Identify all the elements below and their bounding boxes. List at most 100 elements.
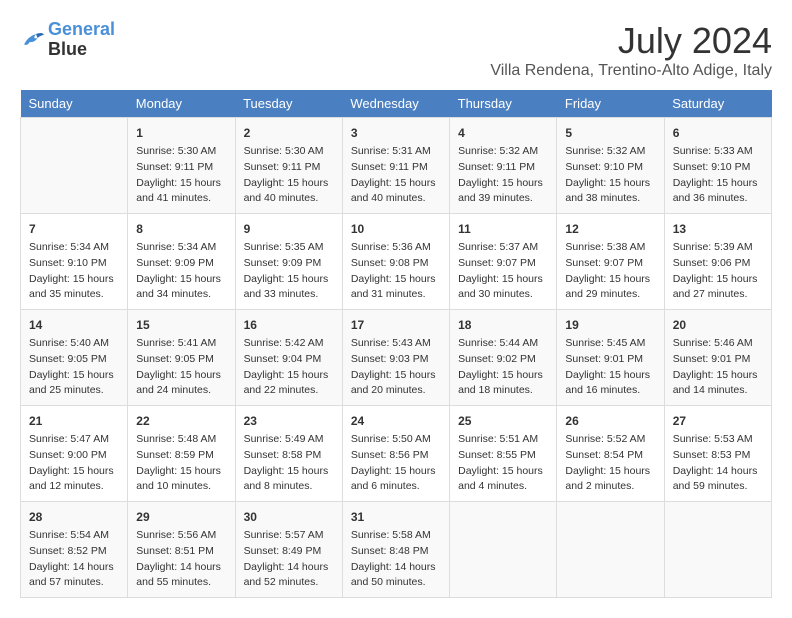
day-number: 23 bbox=[244, 412, 334, 430]
cell-info: Sunrise: 5:33 AM Sunset: 9:10 PM Dayligh… bbox=[673, 144, 763, 207]
header-wednesday: Wednesday bbox=[342, 90, 449, 118]
calendar-cell: 23 Sunrise: 5:49 AM Sunset: 8:58 PM Dayli… bbox=[235, 406, 342, 502]
day-number: 11 bbox=[458, 220, 548, 238]
day-number: 2 bbox=[244, 124, 334, 142]
cell-info: Sunrise: 5:42 AM Sunset: 9:04 PM Dayligh… bbox=[244, 336, 334, 399]
calendar-cell: 1Sunrise: 5:30 AM Sunset: 9:11 PM Daylig… bbox=[128, 118, 235, 214]
day-number: 8 bbox=[136, 220, 226, 238]
calendar-cell: 3 Sunrise: 5:31 AM Sunset: 9:11 PM Daylig… bbox=[342, 118, 449, 214]
calendar-cell: 20Sunrise: 5:46 AM Sunset: 9:01 PM Dayli… bbox=[664, 310, 771, 406]
page-title: July 2024 bbox=[490, 20, 772, 62]
cell-info: Sunrise: 5:49 AM Sunset: 8:58 PM Dayligh… bbox=[244, 432, 334, 495]
cell-info: Sunrise: 5:53 AM Sunset: 8:53 PM Dayligh… bbox=[673, 432, 763, 495]
cell-info: Sunrise: 5:31 AM Sunset: 9:11 PM Dayligh… bbox=[351, 144, 441, 207]
cell-info: Sunrise: 5:34 AM Sunset: 9:09 PM Dayligh… bbox=[136, 240, 226, 303]
header-sunday: Sunday bbox=[21, 90, 128, 118]
calendar-cell: 19 Sunrise: 5:45 AM Sunset: 9:01 PM Dayli… bbox=[557, 310, 664, 406]
day-number: 5 bbox=[565, 124, 655, 142]
cell-info: Sunrise: 5:47 AM Sunset: 9:00 PM Dayligh… bbox=[29, 432, 119, 495]
calendar-cell bbox=[557, 502, 664, 598]
page-header: GeneralBlue July 2024 Villa Rendena, Tre… bbox=[20, 20, 772, 80]
day-number: 13 bbox=[673, 220, 763, 238]
day-number: 31 bbox=[351, 508, 441, 526]
cell-info: Sunrise: 5:32 AM Sunset: 9:11 PM Dayligh… bbox=[458, 144, 548, 207]
calendar-header-row: SundayMondayTuesdayWednesdayThursdayFrid… bbox=[21, 90, 772, 118]
cell-info: Sunrise: 5:44 AM Sunset: 9:02 PM Dayligh… bbox=[458, 336, 548, 399]
day-number: 18 bbox=[458, 316, 548, 334]
cell-info: Sunrise: 5:46 AM Sunset: 9:01 PM Dayligh… bbox=[673, 336, 763, 399]
calendar-week-5: 28Sunrise: 5:54 AM Sunset: 8:52 PM Dayli… bbox=[21, 502, 772, 598]
header-monday: Monday bbox=[128, 90, 235, 118]
cell-info: Sunrise: 5:41 AM Sunset: 9:05 PM Dayligh… bbox=[136, 336, 226, 399]
day-number: 24 bbox=[351, 412, 441, 430]
calendar-week-3: 14 Sunrise: 5:40 AM Sunset: 9:05 PM Dayli… bbox=[21, 310, 772, 406]
calendar-cell: 26 Sunrise: 5:52 AM Sunset: 8:54 PM Dayli… bbox=[557, 406, 664, 502]
cell-info: Sunrise: 5:36 AM Sunset: 9:08 PM Dayligh… bbox=[351, 240, 441, 303]
cell-info: Sunrise: 5:58 AM Sunset: 8:48 PM Dayligh… bbox=[351, 528, 441, 591]
day-number: 10 bbox=[351, 220, 441, 238]
day-number: 6 bbox=[673, 124, 763, 142]
calendar-cell: 5 Sunrise: 5:32 AM Sunset: 9:10 PM Daylig… bbox=[557, 118, 664, 214]
day-number: 28 bbox=[29, 508, 119, 526]
calendar-cell: 18 Sunrise: 5:44 AM Sunset: 9:02 PM Dayli… bbox=[450, 310, 557, 406]
calendar-cell: 6 Sunrise: 5:33 AM Sunset: 9:10 PM Daylig… bbox=[664, 118, 771, 214]
day-number: 12 bbox=[565, 220, 655, 238]
calendar-cell: 22 Sunrise: 5:48 AM Sunset: 8:59 PM Dayli… bbox=[128, 406, 235, 502]
cell-info: Sunrise: 5:39 AM Sunset: 9:06 PM Dayligh… bbox=[673, 240, 763, 303]
calendar-cell bbox=[21, 118, 128, 214]
cell-info: Sunrise: 5:37 AM Sunset: 9:07 PM Dayligh… bbox=[458, 240, 548, 303]
calendar-cell: 2 Sunrise: 5:30 AM Sunset: 9:11 PM Daylig… bbox=[235, 118, 342, 214]
cell-info: Sunrise: 5:57 AM Sunset: 8:49 PM Dayligh… bbox=[244, 528, 334, 591]
calendar-cell: 10 Sunrise: 5:36 AM Sunset: 9:08 PM Dayli… bbox=[342, 214, 449, 310]
header-friday: Friday bbox=[557, 90, 664, 118]
day-number: 15 bbox=[136, 316, 226, 334]
day-number: 19 bbox=[565, 316, 655, 334]
cell-info: Sunrise: 5:43 AM Sunset: 9:03 PM Dayligh… bbox=[351, 336, 441, 399]
cell-info: Sunrise: 5:30 AM Sunset: 9:11 PM Dayligh… bbox=[244, 144, 334, 207]
day-number: 17 bbox=[351, 316, 441, 334]
calendar-cell: 29Sunrise: 5:56 AM Sunset: 8:51 PM Dayli… bbox=[128, 502, 235, 598]
cell-info: Sunrise: 5:35 AM Sunset: 9:09 PM Dayligh… bbox=[244, 240, 334, 303]
cell-info: Sunrise: 5:32 AM Sunset: 9:10 PM Dayligh… bbox=[565, 144, 655, 207]
cell-info: Sunrise: 5:52 AM Sunset: 8:54 PM Dayligh… bbox=[565, 432, 655, 495]
cell-info: Sunrise: 5:38 AM Sunset: 9:07 PM Dayligh… bbox=[565, 240, 655, 303]
calendar-cell: 12 Sunrise: 5:38 AM Sunset: 9:07 PM Dayli… bbox=[557, 214, 664, 310]
day-number: 22 bbox=[136, 412, 226, 430]
logo-icon bbox=[20, 30, 44, 50]
calendar-cell: 31 Sunrise: 5:58 AM Sunset: 8:48 PM Dayli… bbox=[342, 502, 449, 598]
day-number: 4 bbox=[458, 124, 548, 142]
cell-info: Sunrise: 5:45 AM Sunset: 9:01 PM Dayligh… bbox=[565, 336, 655, 399]
day-number: 3 bbox=[351, 124, 441, 142]
calendar-cell: 15 Sunrise: 5:41 AM Sunset: 9:05 PM Dayli… bbox=[128, 310, 235, 406]
calendar-cell: 21Sunrise: 5:47 AM Sunset: 9:00 PM Dayli… bbox=[21, 406, 128, 502]
calendar-cell: 4 Sunrise: 5:32 AM Sunset: 9:11 PM Daylig… bbox=[450, 118, 557, 214]
header-saturday: Saturday bbox=[664, 90, 771, 118]
calendar-cell: 11 Sunrise: 5:37 AM Sunset: 9:07 PM Dayli… bbox=[450, 214, 557, 310]
calendar-cell bbox=[450, 502, 557, 598]
day-number: 14 bbox=[29, 316, 119, 334]
header-tuesday: Tuesday bbox=[235, 90, 342, 118]
title-block: July 2024 Villa Rendena, Trentino-Alto A… bbox=[490, 20, 772, 80]
calendar-week-1: 1Sunrise: 5:30 AM Sunset: 9:11 PM Daylig… bbox=[21, 118, 772, 214]
calendar-cell: 24 Sunrise: 5:50 AM Sunset: 8:56 PM Dayli… bbox=[342, 406, 449, 502]
cell-info: Sunrise: 5:51 AM Sunset: 8:55 PM Dayligh… bbox=[458, 432, 548, 495]
calendar-cell: 13 Sunrise: 5:39 AM Sunset: 9:06 PM Dayli… bbox=[664, 214, 771, 310]
calendar-cell: 28Sunrise: 5:54 AM Sunset: 8:52 PM Dayli… bbox=[21, 502, 128, 598]
cell-info: Sunrise: 5:48 AM Sunset: 8:59 PM Dayligh… bbox=[136, 432, 226, 495]
calendar-cell: 8 Sunrise: 5:34 AM Sunset: 9:09 PM Daylig… bbox=[128, 214, 235, 310]
day-number: 9 bbox=[244, 220, 334, 238]
calendar-cell bbox=[664, 502, 771, 598]
cell-info: Sunrise: 5:34 AM Sunset: 9:10 PM Dayligh… bbox=[29, 240, 119, 303]
day-number: 27 bbox=[673, 412, 763, 430]
cell-info: Sunrise: 5:30 AM Sunset: 9:11 PM Dayligh… bbox=[136, 144, 226, 207]
day-number: 29 bbox=[136, 508, 226, 526]
cell-info: Sunrise: 5:40 AM Sunset: 9:05 PM Dayligh… bbox=[29, 336, 119, 399]
calendar-cell: 16 Sunrise: 5:42 AM Sunset: 9:04 PM Dayli… bbox=[235, 310, 342, 406]
day-number: 16 bbox=[244, 316, 334, 334]
cell-info: Sunrise: 5:50 AM Sunset: 8:56 PM Dayligh… bbox=[351, 432, 441, 495]
day-number: 26 bbox=[565, 412, 655, 430]
header-thursday: Thursday bbox=[450, 90, 557, 118]
calendar-cell: 25Sunrise: 5:51 AM Sunset: 8:55 PM Dayli… bbox=[450, 406, 557, 502]
logo: GeneralBlue bbox=[20, 20, 115, 60]
calendar-week-4: 21Sunrise: 5:47 AM Sunset: 9:00 PM Dayli… bbox=[21, 406, 772, 502]
